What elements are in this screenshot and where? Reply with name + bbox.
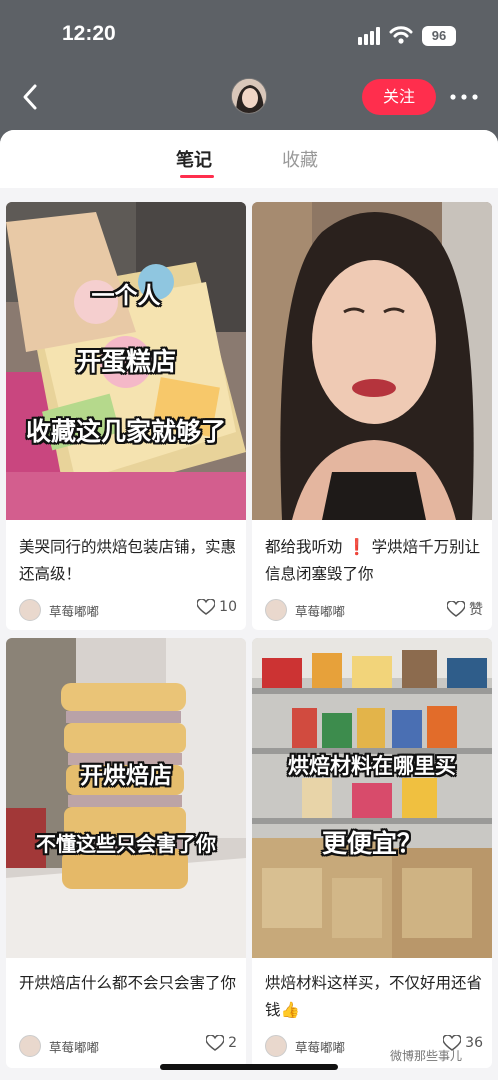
heart-icon: [206, 1035, 225, 1051]
wifi-icon: [389, 26, 413, 44]
note-card[interactable]: 开烘焙店 不懂这些只会害了你 开烘焙店什么都不会只会害了你 草莓嘟嘟 2: [6, 638, 246, 1068]
cover-caption: 烘焙材料在哪里买: [288, 754, 456, 778]
note-cover-image: 一个人 开蛋糕店 收藏这几家就够了: [6, 202, 246, 520]
cover-caption: 开蛋糕店: [75, 347, 176, 376]
author-avatar[interactable]: [265, 599, 287, 621]
follow-button[interactable]: 关注: [362, 79, 436, 115]
like-count: 10: [219, 599, 237, 615]
author-name[interactable]: 草莓嘟嘟: [295, 1037, 345, 1056]
watermark: 微博那些事儿: [390, 1047, 462, 1064]
note-card[interactable]: 一个人 开蛋糕店 收藏这几家就够了 美哭同行的烘焙包装店铺，实惠还高级！ 草莓嘟…: [6, 202, 246, 630]
note-card[interactable]: 烘焙材料在哪里买 更便宜？ 烘焙材料这样买，不仅好用还省钱👍 草莓嘟嘟 36: [252, 638, 492, 1068]
tab-notes[interactable]: 笔记: [176, 146, 212, 172]
battery-indicator: 96: [422, 26, 456, 46]
like-count: 36: [465, 1035, 483, 1051]
note-card[interactable]: 都给我听劝 ❗ 学烘焙千万别让信息闭塞毁了你 草莓嘟嘟 赞: [252, 202, 492, 630]
active-tab-indicator: [180, 175, 214, 178]
note-title: 美哭同行的烘焙包装店铺，实惠还高级！: [19, 538, 237, 583]
cover-caption: 更便宜？: [321, 829, 422, 858]
heart-icon: [447, 601, 465, 617]
cover-caption: 不懂这些只会害了你: [36, 832, 216, 856]
home-indicator[interactable]: [160, 1064, 338, 1070]
like-count: 赞: [469, 602, 483, 618]
cover-caption: 开烘焙店: [80, 763, 172, 789]
note-meta: 草莓嘟嘟 2: [19, 1034, 237, 1058]
signal-icon: [358, 27, 380, 45]
note-meta: 草莓嘟嘟 10: [19, 598, 237, 622]
author-avatar[interactable]: [19, 599, 41, 621]
watermark-text: 微博那些事儿: [390, 1049, 463, 1063]
note-cover-image: 烘焙材料在哪里买 更便宜？: [252, 638, 492, 958]
status-time: 12:20: [62, 22, 116, 45]
like-button[interactable]: 赞: [447, 599, 483, 619]
profile-avatar[interactable]: [231, 78, 267, 114]
back-chevron-icon[interactable]: [18, 82, 46, 112]
author-name[interactable]: 草莓嘟嘟: [295, 601, 345, 620]
note-cover-image: 开烘焙店 不懂这些只会害了你: [6, 638, 246, 958]
tab-bar: 笔记 收藏: [0, 130, 498, 188]
like-button[interactable]: 2: [206, 1035, 237, 1051]
author-name[interactable]: 草莓嘟嘟: [49, 601, 99, 620]
cover-caption: 一个人: [91, 283, 161, 309]
note-meta: 草莓嘟嘟 赞: [265, 598, 483, 622]
status-bar: 12:20 96: [0, 0, 498, 70]
note-title: 开烘焙店什么都不会只会害了你: [19, 974, 237, 992]
author-avatar[interactable]: [19, 1035, 41, 1057]
note-title: 烘焙材料这样买，不仅好用还省钱👍: [265, 974, 483, 1019]
tab-favorites[interactable]: 收藏: [282, 146, 318, 172]
heart-icon: [197, 599, 216, 615]
note-title: 都给我听劝 ❗ 学烘焙千万别让信息闭塞毁了你: [265, 538, 481, 583]
note-cover-image: [252, 202, 492, 520]
cover-caption: 收藏这几家就够了: [25, 417, 226, 446]
author-name[interactable]: 草莓嘟嘟: [49, 1037, 99, 1056]
author-avatar[interactable]: [265, 1035, 287, 1057]
like-count: 2: [228, 1035, 237, 1051]
content-sheet: 笔记 收藏 一个人 开蛋糕店 收藏这几家就够了 美哭同行的烘焙包装店铺，实惠还高…: [0, 130, 498, 1080]
like-button[interactable]: 10: [197, 599, 237, 615]
more-dots-icon[interactable]: [450, 94, 478, 100]
